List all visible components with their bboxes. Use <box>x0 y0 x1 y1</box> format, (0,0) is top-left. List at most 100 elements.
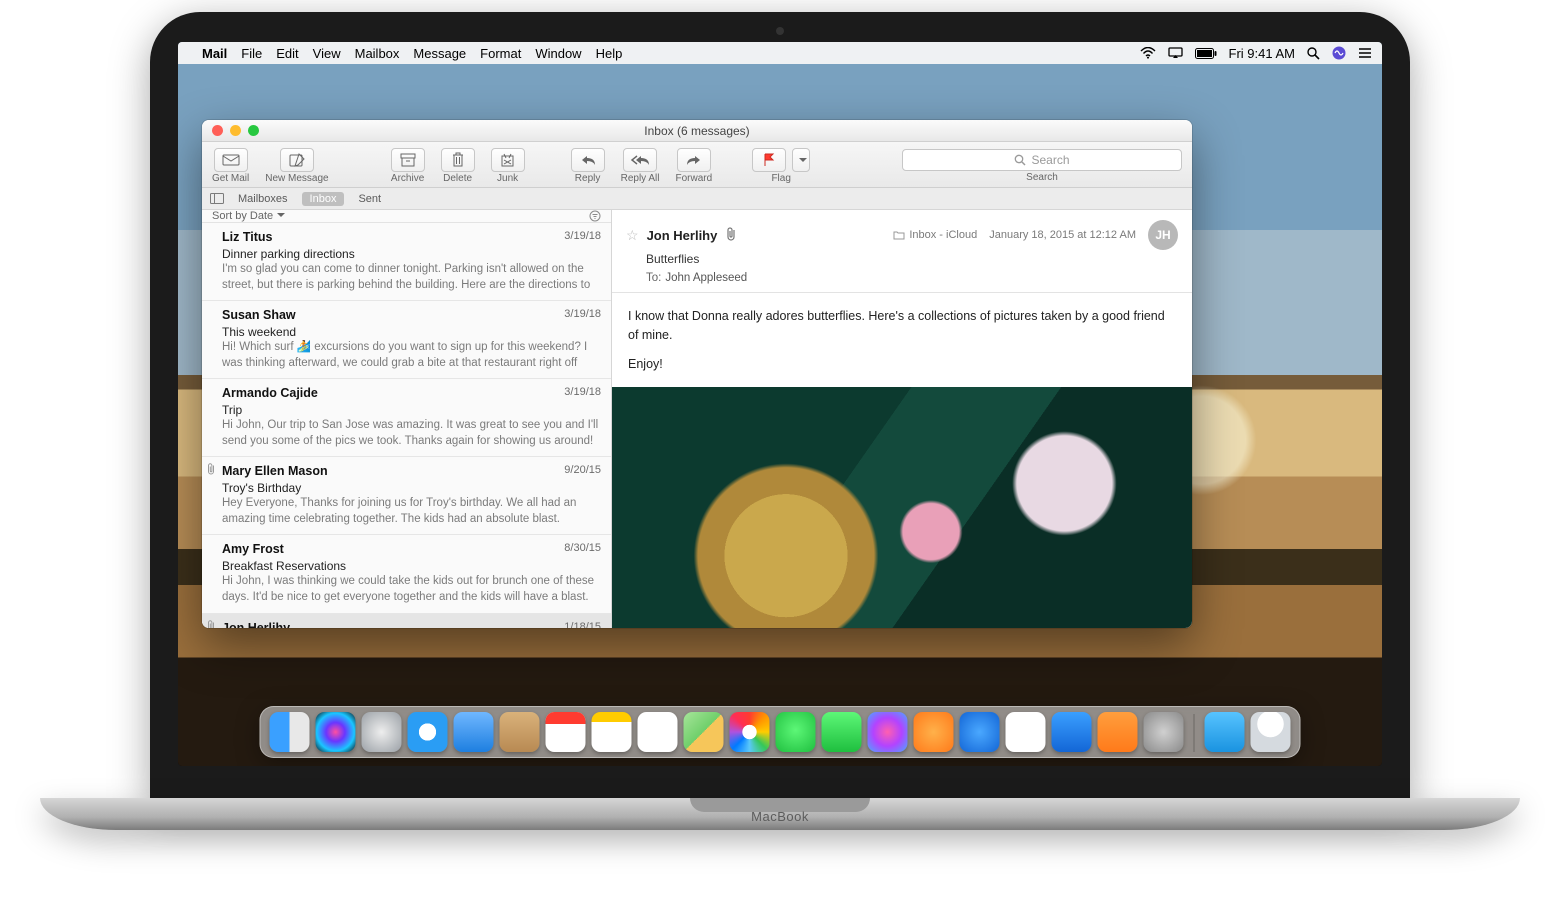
message-date: 3/19/18 <box>564 385 601 400</box>
mail-window: Inbox (6 messages) Get Mail New Message … <box>202 120 1192 628</box>
dock-notes-icon[interactable] <box>592 712 632 752</box>
dock-preferences-icon[interactable] <box>1144 712 1184 752</box>
dock-calendar-icon[interactable] <box>546 712 586 752</box>
dock-appstore-icon[interactable] <box>960 712 1000 752</box>
message-item[interactable]: Amy Frost8/30/15Breakfast ReservationsHi… <box>202 535 611 613</box>
dock-facetime-icon[interactable] <box>822 712 862 752</box>
flag-label: Flag <box>771 173 790 184</box>
attachment-icon <box>206 620 216 628</box>
dock-numbers-icon[interactable] <box>1006 712 1046 752</box>
message-sender: Armando Cajide <box>222 385 601 402</box>
dock-reminders-icon[interactable] <box>638 712 678 752</box>
message-subject: Dinner parking directions <box>222 246 601 262</box>
airplay-icon[interactable] <box>1168 47 1183 59</box>
dock-mail-icon[interactable] <box>454 712 494 752</box>
new-message-label: New Message <box>265 173 328 184</box>
message-date: 1/18/15 <box>564 620 601 628</box>
folder-icon <box>893 230 905 240</box>
reader-header: ☆ Jon Herlihy Inbox - iCloud January <box>612 210 1192 293</box>
message-date: 8/30/15 <box>564 541 601 556</box>
favbar-mailboxes[interactable]: Mailboxes <box>230 192 296 206</box>
menu-message[interactable]: Message <box>413 46 466 61</box>
reader-body-line2: Enjoy! <box>628 355 1176 374</box>
message-preview: Hi John, I was thinking we could take th… <box>222 574 601 605</box>
get-mail-button[interactable] <box>214 148 248 172</box>
toolbar: Get Mail New Message Archive Delete <box>202 142 1192 188</box>
dock-ibooks-icon[interactable] <box>914 712 954 752</box>
archive-button[interactable] <box>391 148 425 172</box>
dock-keynote-icon[interactable] <box>1052 712 1092 752</box>
window-titlebar[interactable]: Inbox (6 messages) <box>202 120 1192 142</box>
menu-edit[interactable]: Edit <box>276 46 298 61</box>
menu-view[interactable]: View <box>313 46 341 61</box>
mailbox-badge: Inbox - iCloud <box>893 229 977 241</box>
message-sender: Amy Frost <box>222 541 601 558</box>
search-input[interactable]: Search <box>902 149 1182 171</box>
search-label: Search <box>1026 172 1058 183</box>
dock-contacts-icon[interactable] <box>500 712 540 752</box>
favbar-sent[interactable]: Sent <box>350 192 389 206</box>
dock-itunes-icon[interactable] <box>868 712 908 752</box>
battery-icon[interactable] <box>1195 48 1217 59</box>
reply-all-label: Reply All <box>621 173 660 184</box>
dock-downloads-icon[interactable] <box>1205 712 1245 752</box>
message-item[interactable]: Jon Herlihy1/18/15ButterfliesI know that… <box>202 614 611 628</box>
menu-help[interactable]: Help <box>596 46 623 61</box>
favbar-inbox[interactable]: Inbox <box>302 192 345 206</box>
menu-mailbox[interactable]: Mailbox <box>355 46 400 61</box>
reply-button[interactable] <box>571 148 605 172</box>
notification-center-icon[interactable] <box>1358 47 1372 59</box>
wifi-icon[interactable] <box>1140 47 1156 59</box>
siri-icon[interactable] <box>1332 46 1346 60</box>
flag-menu-button[interactable] <box>792 148 810 172</box>
junk-button[interactable] <box>491 148 525 172</box>
message-item[interactable]: Armando Cajide3/19/18TripHi John, Our tr… <box>202 379 611 457</box>
forward-button[interactable] <box>677 148 711 172</box>
message-sender: Jon Herlihy <box>222 620 601 628</box>
reader-attachment-image[interactable] <box>612 387 1192 628</box>
message-date: 9/20/15 <box>564 463 601 478</box>
star-icon[interactable]: ☆ <box>626 227 639 244</box>
junk-label: Junk <box>497 173 518 184</box>
message-item[interactable]: Mary Ellen Mason9/20/15Troy's BirthdayHe… <box>202 457 611 535</box>
dock-separator <box>1194 714 1195 752</box>
filter-icon[interactable] <box>589 210 601 222</box>
dock-maps-icon[interactable] <box>684 712 724 752</box>
sort-label[interactable]: Sort by Date <box>212 210 285 222</box>
message-reader: ☆ Jon Herlihy Inbox - iCloud January <box>612 210 1192 628</box>
attachment-icon <box>206 463 216 480</box>
spotlight-icon[interactable] <box>1307 47 1320 60</box>
dock-siri-icon[interactable] <box>316 712 356 752</box>
message-item[interactable]: Liz Titus3/19/18Dinner parking direction… <box>202 223 611 301</box>
dock-messages-icon[interactable] <box>776 712 816 752</box>
menubar-clock[interactable]: Fri 9:41 AM <box>1229 46 1295 61</box>
sort-bar[interactable]: Sort by Date <box>202 210 611 223</box>
dock-pages-icon[interactable] <box>1098 712 1138 752</box>
reader-subject: Butterflies <box>646 252 1178 266</box>
menu-format[interactable]: Format <box>480 46 521 61</box>
dock-trash-icon[interactable] <box>1251 712 1291 752</box>
menu-file[interactable]: File <box>241 46 262 61</box>
flag-button[interactable] <box>752 148 786 172</box>
laptop-frame: Mail File Edit View Mailbox Message Form… <box>150 12 1410 802</box>
message-sender: Susan Shaw <box>222 307 601 324</box>
sidebar-toggle-icon[interactable] <box>210 193 224 204</box>
dock-safari-icon[interactable] <box>408 712 448 752</box>
new-message-button[interactable] <box>280 148 314 172</box>
menubar-app-name[interactable]: Mail <box>202 46 227 61</box>
message-preview: Hey Everyone, Thanks for joining us for … <box>222 496 601 527</box>
dock-finder-icon[interactable] <box>270 712 310 752</box>
dock-photos-icon[interactable] <box>730 712 770 752</box>
delete-button[interactable] <box>441 148 475 172</box>
reply-all-button[interactable] <box>623 148 657 172</box>
message-subject: Trip <box>222 402 601 418</box>
forward-label: Forward <box>676 173 713 184</box>
dock <box>260 706 1301 758</box>
dock-launchpad-icon[interactable] <box>362 712 402 752</box>
menubar: Mail File Edit View Mailbox Message Form… <box>178 42 1382 64</box>
message-item[interactable]: Susan Shaw3/19/18This weekendHi! Which s… <box>202 301 611 379</box>
menu-window[interactable]: Window <box>535 46 581 61</box>
reply-label: Reply <box>575 173 601 184</box>
search-placeholder: Search <box>1031 153 1069 167</box>
message-subject: Troy's Birthday <box>222 480 601 496</box>
